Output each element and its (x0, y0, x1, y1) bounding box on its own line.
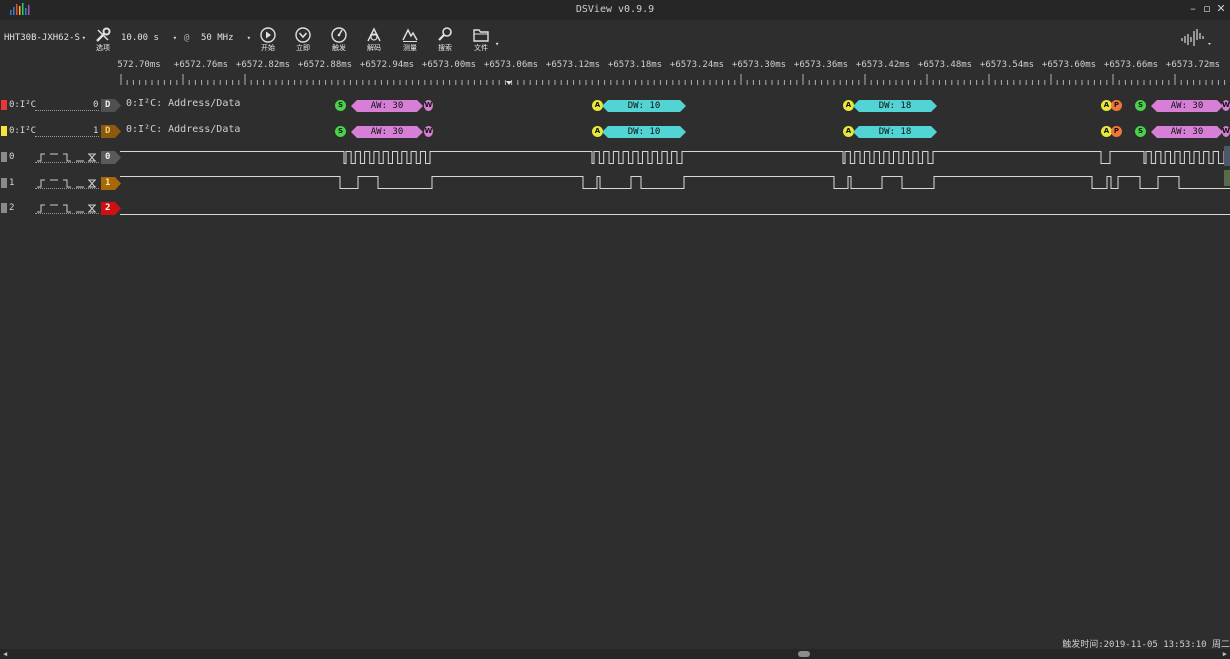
folder-icon (473, 29, 489, 42)
sample-rate-value: 50 MHz (201, 33, 234, 43)
decode-button[interactable]: 解码 (361, 26, 387, 52)
sample-time-select[interactable]: 10.00 s ▾ (121, 31, 177, 45)
stop-marker[interactable]: P (1111, 100, 1122, 111)
ruler-tick-label: +6573.66ms (1103, 60, 1159, 70)
data-annotation[interactable]: DW: 10 (602, 126, 686, 138)
ruler-tick-label: +6572.82ms (235, 60, 291, 70)
decode-label: 解码 (367, 44, 381, 52)
time-ruler[interactable]: 572.70ms +6572.76ms +6572.82ms +6572.88ms +6… (117, 58, 1230, 88)
start-marker[interactable]: S (1135, 100, 1146, 111)
address-annotation[interactable]: AW: 30 (1151, 126, 1223, 138)
ruler-tick-label: +6573.60ms (1041, 60, 1097, 70)
write-marker[interactable]: W (1222, 100, 1230, 111)
edge-marker (1224, 146, 1230, 166)
close-icon[interactable]: ✕ (1214, 2, 1228, 16)
chevron-down-icon: ▾ (81, 34, 86, 42)
scroll-left-icon[interactable]: ◀ (3, 649, 7, 659)
search-icon (438, 27, 452, 41)
ruler-tick-label: +6573.54ms (979, 60, 1035, 70)
play-icon (260, 27, 276, 43)
trigger-button[interactable]: 触发 (326, 26, 352, 52)
ruler-tick-label: +6572.88ms (297, 60, 353, 70)
decode-icon (367, 27, 381, 42)
minimize-icon[interactable]: – (1186, 2, 1200, 16)
instant-button[interactable]: 立即 (290, 26, 316, 52)
ruler-tick-label: +6572.76ms (173, 60, 229, 70)
scroll-right-icon[interactable]: ▶ (1223, 649, 1227, 659)
start-marker[interactable]: S (335, 100, 346, 111)
ruler-tick-label: +6573.30ms (731, 60, 787, 70)
device-select-value: HHT30B-JXH62-S (4, 33, 80, 43)
toolbar: HHT30B-JXH62-S ▾ 选项 10.00 s ▾ @ 50 MHz ▾ 开始… (0, 20, 1230, 52)
ruler-tick-label: +6573.42ms (855, 60, 911, 70)
data-annotation[interactable]: DW: 18 (853, 126, 937, 138)
ruler-tick-label: +6573.06ms (483, 60, 539, 70)
stop-marker[interactable]: P (1111, 126, 1122, 137)
ruler-tick-label: +6573.12ms (545, 60, 601, 70)
sample-time-value: 10.00 s (121, 33, 159, 43)
ack-marker[interactable]: A (843, 126, 854, 137)
waveform-logo-icon[interactable] (1180, 27, 1214, 49)
ack-marker[interactable]: A (592, 100, 603, 111)
measure-icon (402, 28, 418, 42)
address-annotation[interactable]: AW: 30 (351, 100, 423, 112)
channel-1-waveform (120, 176, 1230, 189)
instant-label: 立即 (296, 44, 310, 52)
start-marker[interactable]: S (1135, 126, 1146, 137)
wrench-icon (96, 27, 111, 42)
measure-button[interactable]: 测量 (397, 26, 423, 52)
trigger-label: 触发 (332, 44, 346, 52)
instant-capture-icon (295, 27, 311, 43)
file-button[interactable]: 文件 (468, 26, 494, 52)
maximize-icon[interactable]: ▫ (1200, 2, 1214, 16)
scrollbar-thumb[interactable] (798, 651, 810, 657)
file-label: 文件 (474, 44, 488, 52)
ruler-tick-label: 572.70ms (117, 60, 161, 70)
measure-label: 测量 (403, 44, 417, 52)
address-annotation[interactable]: AW: 30 (351, 126, 423, 138)
ruler-tick-label: +6573.00ms (421, 60, 477, 70)
at-label: @ (184, 33, 190, 43)
start-marker[interactable]: S (335, 126, 346, 137)
channel-0-waveform (120, 151, 1230, 164)
data-annotation[interactable]: DW: 10 (602, 100, 686, 112)
chevron-down-icon[interactable]: ▾ (495, 40, 499, 48)
write-marker[interactable]: W (1222, 126, 1230, 137)
ack-marker[interactable]: A (592, 126, 603, 137)
start-label: 开始 (261, 44, 275, 52)
write-marker[interactable]: W (424, 100, 433, 111)
data-annotation[interactable]: DW: 18 (853, 100, 937, 112)
ruler-tick-label: +6573.24ms (669, 60, 725, 70)
ack-marker[interactable]: A (843, 100, 854, 111)
title-bar: DSView v0.9.9 – ▫ ✕ (0, 0, 1230, 20)
options-label: 选项 (96, 44, 110, 52)
chevron-down-icon: ▾ (246, 34, 251, 42)
ruler-ticks (120, 74, 1226, 85)
ruler-tick-label: +6572.94ms (359, 60, 415, 70)
trigger-icon (331, 27, 347, 43)
edge-marker (1224, 170, 1230, 186)
options-button[interactable]: 选项 (90, 26, 116, 52)
chevron-down-icon: ▾ (172, 34, 177, 42)
search-label: 搜索 (438, 44, 452, 52)
start-button[interactable]: 开始 (255, 26, 281, 52)
window-title: DSView v0.9.9 (575, 4, 655, 15)
write-marker[interactable]: W (424, 126, 433, 137)
ruler-tick-label: +6573.72ms (1165, 60, 1221, 70)
search-button[interactable]: 搜索 (432, 26, 458, 52)
sample-rate-select[interactable]: 50 MHz ▾ (201, 31, 251, 45)
ruler-tick-label: +6573.48ms (917, 60, 973, 70)
address-annotation[interactable]: AW: 30 (1151, 100, 1223, 112)
device-select[interactable]: HHT30B-JXH62-S ▾ (4, 31, 86, 45)
ruler-tick-label: +6573.18ms (607, 60, 663, 70)
ruler-tick-label: +6573.36ms (793, 60, 849, 70)
horizontal-scrollbar[interactable]: ◀ ▶ (0, 649, 1230, 659)
